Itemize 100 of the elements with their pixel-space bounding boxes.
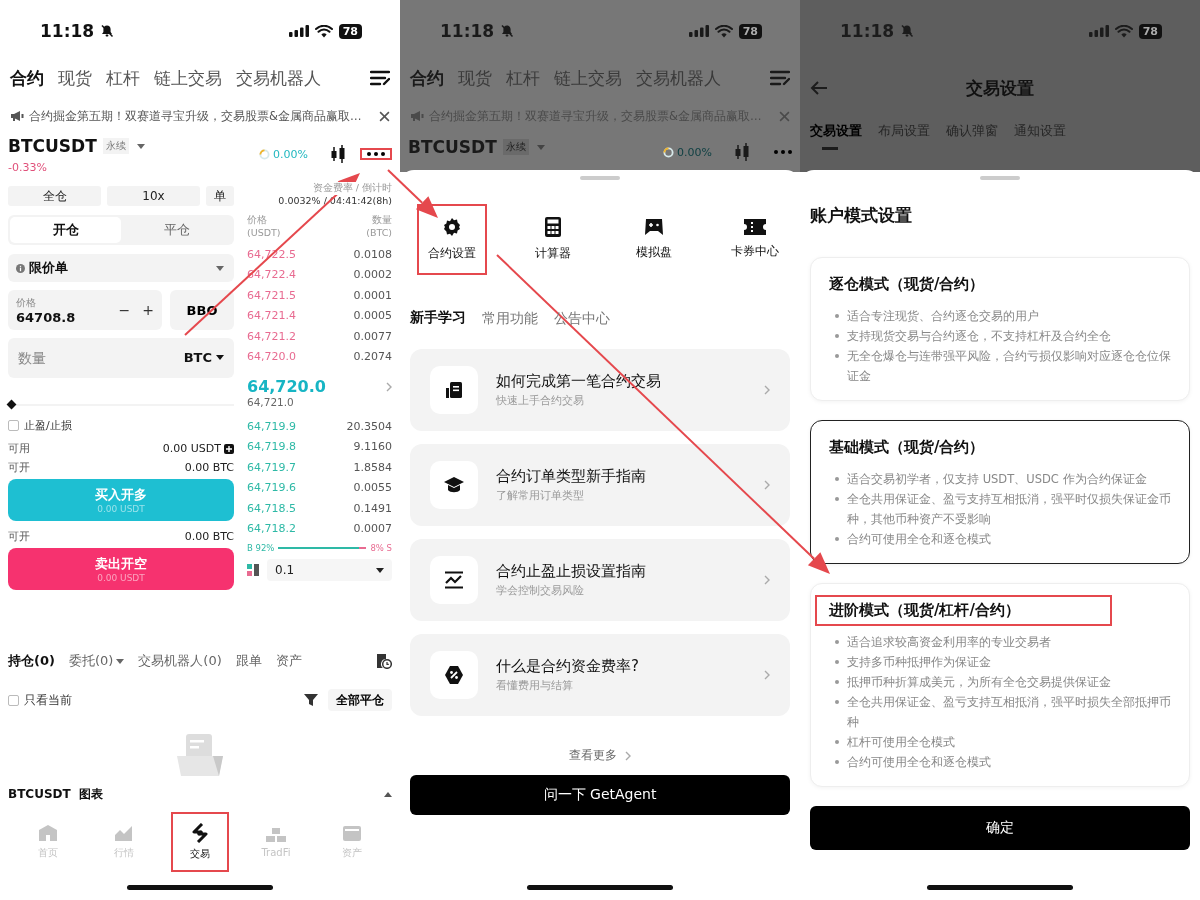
tool-button[interactable]: 合约设置 xyxy=(417,204,487,275)
percent-icon xyxy=(444,665,464,685)
layout-icon[interactable] xyxy=(247,564,259,576)
ask-agent-button[interactable]: 问一下 GetAgent xyxy=(410,775,790,815)
see-more-link[interactable]: 查看更多 xyxy=(410,746,790,765)
mode-card[interactable]: 进阶模式（现货/杠杆/合约） 适合追求较高资金利用率的专业交易者 支持多币种抵押作为保证金 抵押币种折算成美元，为所有全仓交易提供保证金 全仓共用保证金、盈亏支持互相抵消，强平时损失全部抵押币种 杠杆可使用全仓模式 合约可使用全仓和逐仓模式 xyxy=(810,583,1190,787)
bid-price: 64,718.2 xyxy=(247,522,296,536)
filter-icon[interactable] xyxy=(304,693,318,707)
candlestick-icon[interactable] xyxy=(330,145,346,163)
close-icon[interactable] xyxy=(379,110,390,122)
more-button[interactable] xyxy=(360,148,392,160)
market-tab[interactable]: 交易机器人 xyxy=(236,66,321,90)
position-tab[interactable]: 持仓(0) xyxy=(8,652,55,670)
learn-tab[interactable]: 常用功能 xyxy=(482,307,538,331)
mode-feature: 抵押币种折算成美元，为所有全仓交易提供保证金 xyxy=(847,674,1111,691)
market-tab[interactable]: 链上交易 xyxy=(154,66,222,90)
plus-square-icon[interactable] xyxy=(224,443,234,454)
confirm-button[interactable]: 确定 xyxy=(810,806,1190,850)
position-mode-button[interactable]: 单 xyxy=(206,186,234,206)
order-type-dropdown[interactable]: 限价单 xyxy=(8,254,234,282)
mode-feature: 适合交易初学者，仅支持 USDT、USDC 作为合约保证金 xyxy=(847,471,1147,488)
margin-mode-button[interactable]: 全仓 xyxy=(8,186,101,206)
precision-dropdown[interactable]: 0.1 xyxy=(267,559,392,581)
battery-indicator: 78 xyxy=(738,23,762,39)
guide-card[interactable]: 合约止盈止损设置指南 学会控制交易风险 xyxy=(410,539,790,621)
mode-feature: 支持多币种抵押作为保证金 xyxy=(847,654,991,671)
chevron-right-icon[interactable] xyxy=(764,575,770,585)
bid-amount: 1.8584 xyxy=(353,460,392,474)
side-tab[interactable]: 开仓 xyxy=(10,217,121,243)
chevron-right-icon[interactable] xyxy=(764,670,770,680)
price-field[interactable]: 价格 64708.8 − + xyxy=(8,290,162,330)
unit-selector[interactable]: BTC xyxy=(183,350,212,365)
guide-card[interactable]: 合约订单类型新手指南 了解常用订单类型 xyxy=(410,444,790,526)
mode-card[interactable]: 基础模式（现货/合约） 适合交易初学者，仅支持 USDT、USDC 作为合约保证金 全仓共用保证金、盈亏支持互相抵消，强平时仅损失保证金币种，其他币种资产不受影响 合约可使用全仓和逐仓模式 xyxy=(810,420,1190,564)
chevron-right-icon[interactable] xyxy=(764,385,770,395)
sell-short-button[interactable]: 卖出开空 0.00 USDT xyxy=(8,548,234,590)
exchange-icon xyxy=(190,823,210,843)
bid-price: 64,719.9 xyxy=(247,419,296,433)
chart-symbol[interactable]: BTCUSDT xyxy=(8,787,71,801)
position-tab[interactable]: 跟单 xyxy=(235,652,262,670)
bullet-icon xyxy=(835,640,839,644)
market-tab[interactable]: 合约 xyxy=(410,66,444,90)
funding-countdown: 0.0032% / 04:41:42(8h) xyxy=(277,195,392,206)
tool-button[interactable]: 计算器 xyxy=(518,204,588,275)
leverage-button[interactable]: 10x xyxy=(107,186,200,206)
book-icon xyxy=(445,381,463,399)
symbol-name[interactable]: BTCUSDT xyxy=(8,136,97,156)
chevron-right-icon[interactable] xyxy=(764,480,770,490)
bid-amount: 0.0055 xyxy=(353,481,392,495)
position-tab[interactable]: 资产 xyxy=(275,652,302,670)
max-open-value: 0.00 BTC xyxy=(184,530,234,543)
caret-icon xyxy=(116,658,125,664)
max-open-label: 可开 xyxy=(8,529,30,544)
position-tab[interactable]: 委托(0) xyxy=(68,652,125,670)
guide-card[interactable]: 什么是合约资金费率? 看懂费用与结算 xyxy=(410,634,790,716)
ring-icon xyxy=(259,148,271,160)
nav-tab[interactable]: 交易 xyxy=(171,812,229,872)
contract-type-tag: 永续 xyxy=(502,139,529,155)
buy-ratio: B 92% xyxy=(247,543,275,553)
checkbox[interactable] xyxy=(8,694,19,706)
mode-feature: 全仓共用保证金、盈亏支持互相抵消，强平时损失全部抵押币种 xyxy=(847,694,1171,731)
caret-icon xyxy=(216,355,224,360)
caret-icon xyxy=(216,265,224,271)
chevron-right-icon[interactable] xyxy=(625,750,631,761)
close-all-button[interactable]: 全部平仓 xyxy=(328,689,392,711)
checkbox-label: 只看当前 xyxy=(24,691,72,709)
bid-amount: 9.1160 xyxy=(353,440,392,454)
bullet-icon xyxy=(835,334,839,338)
amount-slider[interactable] xyxy=(8,400,234,410)
caret-icon xyxy=(536,144,545,150)
side-tab[interactable]: 平仓 xyxy=(121,217,232,243)
bullet-icon xyxy=(835,700,839,704)
tool-button[interactable]: 模拟盘 xyxy=(619,204,689,275)
ask-amount: 0.0077 xyxy=(353,329,392,343)
learn-tab[interactable]: 新手学习 xyxy=(410,307,466,331)
market-tab[interactable]: 合约 xyxy=(10,66,44,90)
menu-icon[interactable] xyxy=(370,70,390,86)
column-unit: (BTC) xyxy=(366,227,392,238)
ask-price: 64,720.0 xyxy=(247,350,296,364)
announcement-text[interactable]: 合约掘金第五期！双赛道寻宝升级，交易股票&金属商品赢取… xyxy=(29,108,374,124)
chart-label[interactable]: 图表 xyxy=(78,785,103,803)
sheet-handle[interactable] xyxy=(980,176,1020,180)
position-tab[interactable]: 交易机器人(0) xyxy=(138,652,222,670)
price-change: -0.33% xyxy=(8,161,47,174)
signal-icon xyxy=(688,25,709,37)
ticket-icon xyxy=(744,219,766,235)
market-tab[interactable]: 现货 xyxy=(58,66,92,90)
document-clock-icon[interactable] xyxy=(376,653,392,669)
market-tab[interactable]: 杠杆 xyxy=(106,66,140,90)
tool-button[interactable]: 卡券中心 xyxy=(720,204,790,275)
battery-indicator: 78 xyxy=(338,23,362,39)
ask-price: 64,721.5 xyxy=(247,288,296,302)
more-icon xyxy=(367,152,385,156)
back-arrow-icon[interactable] xyxy=(810,81,828,95)
checkbox[interactable] xyxy=(8,420,19,431)
chevron-right-icon[interactable] xyxy=(386,381,392,392)
mode-card[interactable]: 逐仓模式（现货/合约） 适合专注现货、合约逐仓交易的用户 支持现货交易与合约逐仓，不支持杠杆及合约全仓 无全仓爆仓与连带强平风险，合约亏损仅影响对应逐仓仓位保证金 xyxy=(810,257,1190,401)
sheet-handle[interactable] xyxy=(580,176,620,180)
mode-feature: 全仓共用保证金、盈亏支持互相抵消，强平时仅损失保证金币种，其他币种资产不受影响 xyxy=(847,491,1171,528)
megaphone-icon xyxy=(10,110,24,122)
